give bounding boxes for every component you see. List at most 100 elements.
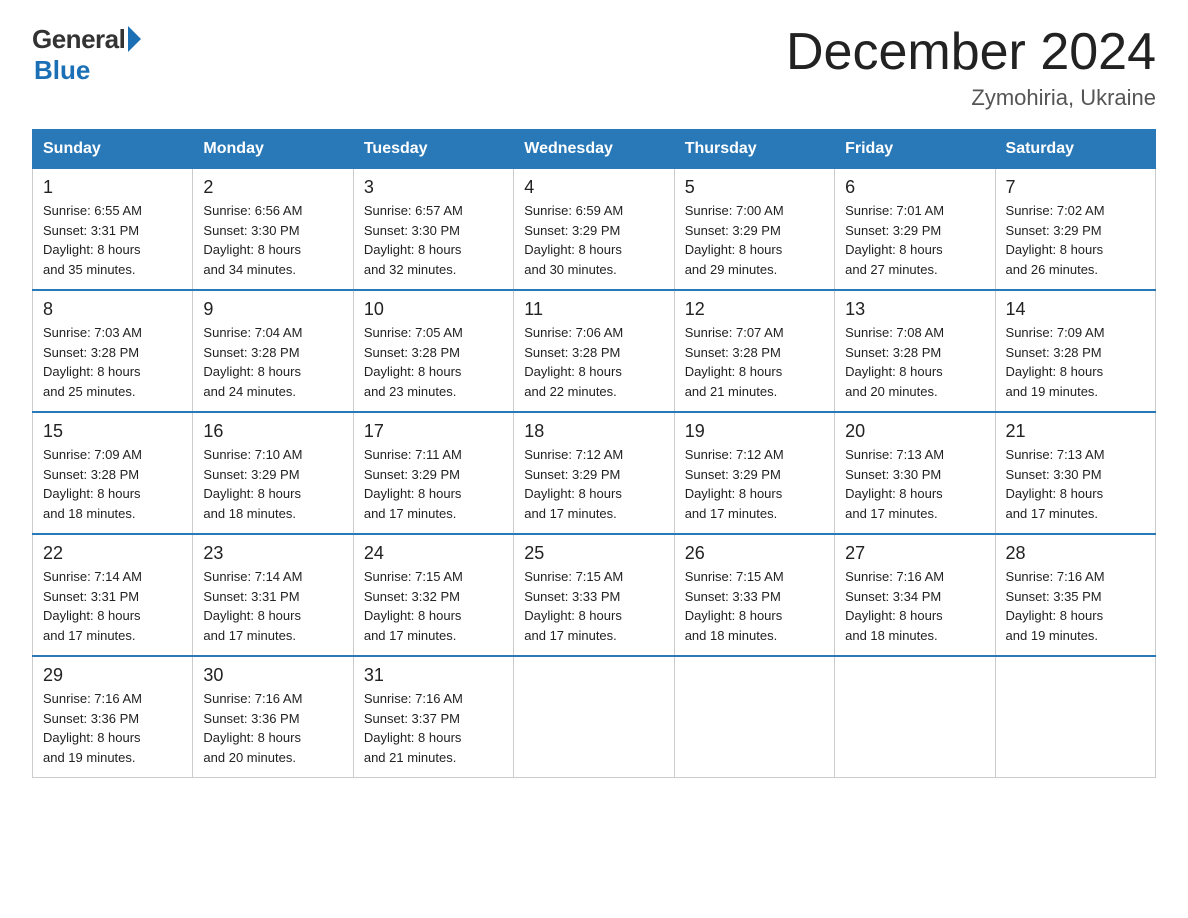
cell-info: Sunrise: 7:15 AM Sunset: 3:33 PM Dayligh… — [685, 567, 824, 645]
table-row: 24 Sunrise: 7:15 AM Sunset: 3:32 PM Dayl… — [353, 534, 513, 656]
calendar-table: Sunday Monday Tuesday Wednesday Thursday… — [32, 129, 1156, 778]
logo: General Blue — [32, 24, 141, 86]
table-row: 18 Sunrise: 7:12 AM Sunset: 3:29 PM Dayl… — [514, 412, 674, 534]
table-row — [995, 656, 1155, 778]
day-number: 19 — [685, 421, 824, 442]
cell-info: Sunrise: 7:00 AM Sunset: 3:29 PM Dayligh… — [685, 201, 824, 279]
cell-info: Sunrise: 7:09 AM Sunset: 3:28 PM Dayligh… — [1006, 323, 1145, 401]
table-row: 9 Sunrise: 7:04 AM Sunset: 3:28 PM Dayli… — [193, 290, 353, 412]
table-row: 19 Sunrise: 7:12 AM Sunset: 3:29 PM Dayl… — [674, 412, 834, 534]
table-row: 17 Sunrise: 7:11 AM Sunset: 3:29 PM Dayl… — [353, 412, 513, 534]
table-row: 2 Sunrise: 6:56 AM Sunset: 3:30 PM Dayli… — [193, 169, 353, 291]
day-number: 21 — [1006, 421, 1145, 442]
table-row: 3 Sunrise: 6:57 AM Sunset: 3:30 PM Dayli… — [353, 169, 513, 291]
cell-info: Sunrise: 7:04 AM Sunset: 3:28 PM Dayligh… — [203, 323, 342, 401]
day-number: 16 — [203, 421, 342, 442]
day-number: 15 — [43, 421, 182, 442]
table-row — [674, 656, 834, 778]
table-row: 7 Sunrise: 7:02 AM Sunset: 3:29 PM Dayli… — [995, 169, 1155, 291]
cell-info: Sunrise: 7:16 AM Sunset: 3:36 PM Dayligh… — [203, 689, 342, 767]
day-number: 14 — [1006, 299, 1145, 320]
title-block: December 2024 Zymohiria, Ukraine — [786, 24, 1156, 111]
cell-info: Sunrise: 6:59 AM Sunset: 3:29 PM Dayligh… — [524, 201, 663, 279]
day-number: 31 — [364, 665, 503, 686]
cell-info: Sunrise: 7:15 AM Sunset: 3:33 PM Dayligh… — [524, 567, 663, 645]
table-row: 23 Sunrise: 7:14 AM Sunset: 3:31 PM Dayl… — [193, 534, 353, 656]
location-text: Zymohiria, Ukraine — [786, 85, 1156, 111]
calendar-week-row: 29 Sunrise: 7:16 AM Sunset: 3:36 PM Dayl… — [33, 656, 1156, 778]
day-number: 22 — [43, 543, 182, 564]
day-number: 20 — [845, 421, 984, 442]
cell-info: Sunrise: 7:16 AM Sunset: 3:34 PM Dayligh… — [845, 567, 984, 645]
col-monday: Monday — [193, 130, 353, 169]
table-row: 29 Sunrise: 7:16 AM Sunset: 3:36 PM Dayl… — [33, 656, 193, 778]
cell-info: Sunrise: 7:08 AM Sunset: 3:28 PM Dayligh… — [845, 323, 984, 401]
col-wednesday: Wednesday — [514, 130, 674, 169]
cell-info: Sunrise: 7:14 AM Sunset: 3:31 PM Dayligh… — [203, 567, 342, 645]
day-number: 10 — [364, 299, 503, 320]
day-number: 3 — [364, 177, 503, 198]
day-number: 26 — [685, 543, 824, 564]
calendar-week-row: 8 Sunrise: 7:03 AM Sunset: 3:28 PM Dayli… — [33, 290, 1156, 412]
calendar-week-row: 15 Sunrise: 7:09 AM Sunset: 3:28 PM Dayl… — [33, 412, 1156, 534]
logo-general-text: General — [32, 24, 125, 55]
cell-info: Sunrise: 7:13 AM Sunset: 3:30 PM Dayligh… — [845, 445, 984, 523]
col-saturday: Saturday — [995, 130, 1155, 169]
cell-info: Sunrise: 7:02 AM Sunset: 3:29 PM Dayligh… — [1006, 201, 1145, 279]
table-row: 12 Sunrise: 7:07 AM Sunset: 3:28 PM Dayl… — [674, 290, 834, 412]
table-row: 5 Sunrise: 7:00 AM Sunset: 3:29 PM Dayli… — [674, 169, 834, 291]
day-number: 2 — [203, 177, 342, 198]
day-number: 25 — [524, 543, 663, 564]
cell-info: Sunrise: 7:16 AM Sunset: 3:37 PM Dayligh… — [364, 689, 503, 767]
logo-blue-text: Blue — [34, 55, 90, 86]
day-number: 5 — [685, 177, 824, 198]
cell-info: Sunrise: 7:03 AM Sunset: 3:28 PM Dayligh… — [43, 323, 182, 401]
table-row: 26 Sunrise: 7:15 AM Sunset: 3:33 PM Dayl… — [674, 534, 834, 656]
cell-info: Sunrise: 7:05 AM Sunset: 3:28 PM Dayligh… — [364, 323, 503, 401]
table-row: 13 Sunrise: 7:08 AM Sunset: 3:28 PM Dayl… — [835, 290, 995, 412]
cell-info: Sunrise: 7:16 AM Sunset: 3:35 PM Dayligh… — [1006, 567, 1145, 645]
cell-info: Sunrise: 7:14 AM Sunset: 3:31 PM Dayligh… — [43, 567, 182, 645]
cell-info: Sunrise: 6:56 AM Sunset: 3:30 PM Dayligh… — [203, 201, 342, 279]
day-number: 17 — [364, 421, 503, 442]
table-row: 31 Sunrise: 7:16 AM Sunset: 3:37 PM Dayl… — [353, 656, 513, 778]
day-number: 7 — [1006, 177, 1145, 198]
table-row: 6 Sunrise: 7:01 AM Sunset: 3:29 PM Dayli… — [835, 169, 995, 291]
page-header: General Blue December 2024 Zymohiria, Uk… — [32, 24, 1156, 111]
day-number: 1 — [43, 177, 182, 198]
cell-info: Sunrise: 7:12 AM Sunset: 3:29 PM Dayligh… — [524, 445, 663, 523]
day-number: 4 — [524, 177, 663, 198]
col-friday: Friday — [835, 130, 995, 169]
col-thursday: Thursday — [674, 130, 834, 169]
table-row: 14 Sunrise: 7:09 AM Sunset: 3:28 PM Dayl… — [995, 290, 1155, 412]
cell-info: Sunrise: 7:15 AM Sunset: 3:32 PM Dayligh… — [364, 567, 503, 645]
day-number: 11 — [524, 299, 663, 320]
table-row: 16 Sunrise: 7:10 AM Sunset: 3:29 PM Dayl… — [193, 412, 353, 534]
calendar-header-row: Sunday Monday Tuesday Wednesday Thursday… — [33, 130, 1156, 169]
logo-arrow-icon — [128, 26, 141, 52]
cell-info: Sunrise: 7:10 AM Sunset: 3:29 PM Dayligh… — [203, 445, 342, 523]
table-row: 20 Sunrise: 7:13 AM Sunset: 3:30 PM Dayl… — [835, 412, 995, 534]
day-number: 18 — [524, 421, 663, 442]
cell-info: Sunrise: 6:57 AM Sunset: 3:30 PM Dayligh… — [364, 201, 503, 279]
table-row: 25 Sunrise: 7:15 AM Sunset: 3:33 PM Dayl… — [514, 534, 674, 656]
day-number: 30 — [203, 665, 342, 686]
col-tuesday: Tuesday — [353, 130, 513, 169]
table-row: 27 Sunrise: 7:16 AM Sunset: 3:34 PM Dayl… — [835, 534, 995, 656]
table-row — [835, 656, 995, 778]
table-row: 10 Sunrise: 7:05 AM Sunset: 3:28 PM Dayl… — [353, 290, 513, 412]
cell-info: Sunrise: 7:13 AM Sunset: 3:30 PM Dayligh… — [1006, 445, 1145, 523]
cell-info: Sunrise: 7:07 AM Sunset: 3:28 PM Dayligh… — [685, 323, 824, 401]
day-number: 9 — [203, 299, 342, 320]
table-row: 22 Sunrise: 7:14 AM Sunset: 3:31 PM Dayl… — [33, 534, 193, 656]
table-row: 4 Sunrise: 6:59 AM Sunset: 3:29 PM Dayli… — [514, 169, 674, 291]
cell-info: Sunrise: 7:12 AM Sunset: 3:29 PM Dayligh… — [685, 445, 824, 523]
calendar-week-row: 1 Sunrise: 6:55 AM Sunset: 3:31 PM Dayli… — [33, 169, 1156, 291]
cell-info: Sunrise: 7:09 AM Sunset: 3:28 PM Dayligh… — [43, 445, 182, 523]
day-number: 24 — [364, 543, 503, 564]
day-number: 6 — [845, 177, 984, 198]
day-number: 29 — [43, 665, 182, 686]
cell-info: Sunrise: 7:06 AM Sunset: 3:28 PM Dayligh… — [524, 323, 663, 401]
table-row: 21 Sunrise: 7:13 AM Sunset: 3:30 PM Dayl… — [995, 412, 1155, 534]
day-number: 13 — [845, 299, 984, 320]
